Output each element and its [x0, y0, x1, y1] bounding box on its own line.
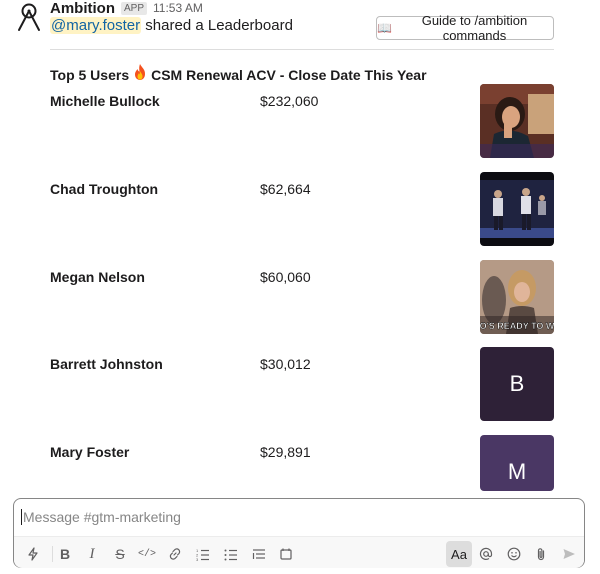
user-amount: $60,060: [260, 269, 311, 285]
gif-caption: O'S READY TO W: [480, 321, 554, 331]
leaderboard-title: Top 5 Users CSM Renewal ACV - Close Date…: [50, 63, 427, 86]
link-icon[interactable]: [162, 541, 188, 567]
fire-icon: [133, 63, 147, 86]
message-input[interactable]: Message #gtm-marketing: [21, 508, 181, 526]
attachment-icon[interactable]: [528, 541, 554, 567]
avatar-letter: B: [509, 371, 525, 396]
message-composer: Message #gtm-marketing B I S </> 123 Aa: [13, 498, 585, 568]
app-name[interactable]: Ambition: [50, 0, 115, 17]
celebration-gif[interactable]: [480, 172, 554, 246]
bold-icon[interactable]: B: [52, 541, 78, 567]
mention-icon[interactable]: [473, 541, 499, 567]
message-timestamp[interactable]: 11:53 AM: [153, 1, 203, 15]
user-name: Megan Nelson: [50, 269, 145, 285]
leaderboard-row: Megan Nelson $60,060 O'S READY TO W: [50, 260, 554, 342]
send-icon[interactable]: [556, 541, 582, 567]
user-name: Barrett Johnston: [50, 356, 163, 372]
app-badge: APP: [121, 1, 148, 15]
shortcuts-lightning-icon[interactable]: [20, 541, 46, 567]
message-subline: @mary.foster shared a Leaderboard: [50, 16, 293, 36]
guide-commands-button[interactable]: 📖 Guide to /ambition commands: [376, 13, 554, 43]
message-header: Ambition APP 11:53 AM: [50, 0, 203, 17]
ordered-list-icon[interactable]: 123: [190, 541, 216, 567]
user-avatar[interactable]: B: [480, 347, 554, 421]
user-name: Michelle Bullock: [50, 93, 160, 109]
celebration-gif[interactable]: O'S READY TO W: [480, 260, 554, 334]
user-amount: $62,664: [260, 181, 311, 197]
user-name: Chad Troughton: [50, 181, 159, 197]
emoji-icon[interactable]: [501, 541, 527, 567]
user-avatar[interactable]: M: [480, 435, 554, 491]
bulleted-list-icon[interactable]: [218, 541, 244, 567]
guide-button-label: Guide to /ambition commands: [421, 13, 528, 43]
user-amount: $232,060: [260, 93, 319, 109]
avatar-letter: M: [507, 459, 527, 484]
blockquote-icon[interactable]: [246, 541, 272, 567]
italic-icon[interactable]: I: [79, 541, 105, 567]
user-name: Mary Foster: [50, 444, 130, 460]
code-icon[interactable]: </>: [134, 541, 160, 567]
format-toggle-button[interactable]: Aa: [446, 541, 472, 567]
message-action-text: shared a Leaderboard: [141, 17, 293, 34]
celebration-gif[interactable]: [480, 84, 554, 158]
leaderboard-title-prefix: Top 5 Users: [50, 66, 130, 83]
user-mention[interactable]: @mary.foster: [50, 17, 142, 34]
leaderboard-row: Chad Troughton $62,664: [50, 172, 554, 254]
formatting-toolbar: B I S </> 123 Aa: [14, 536, 584, 568]
code-block-icon[interactable]: [273, 541, 299, 567]
divider: [50, 49, 554, 50]
leaderboard-title-suffix: CSM Renewal ACV - Close Date This Year: [151, 66, 427, 83]
strikethrough-icon[interactable]: S: [107, 541, 133, 567]
leaderboard-row: Barrett Johnston $30,012 B: [50, 347, 554, 429]
ambition-app-icon[interactable]: [16, 2, 42, 32]
user-amount: $29,891: [260, 444, 311, 460]
open-book-icon: 📖: [377, 21, 392, 35]
user-amount: $30,012: [260, 356, 311, 372]
leaderboard-row: Michelle Bullock $232,060: [50, 84, 554, 166]
svg-text:3: 3: [196, 557, 199, 561]
